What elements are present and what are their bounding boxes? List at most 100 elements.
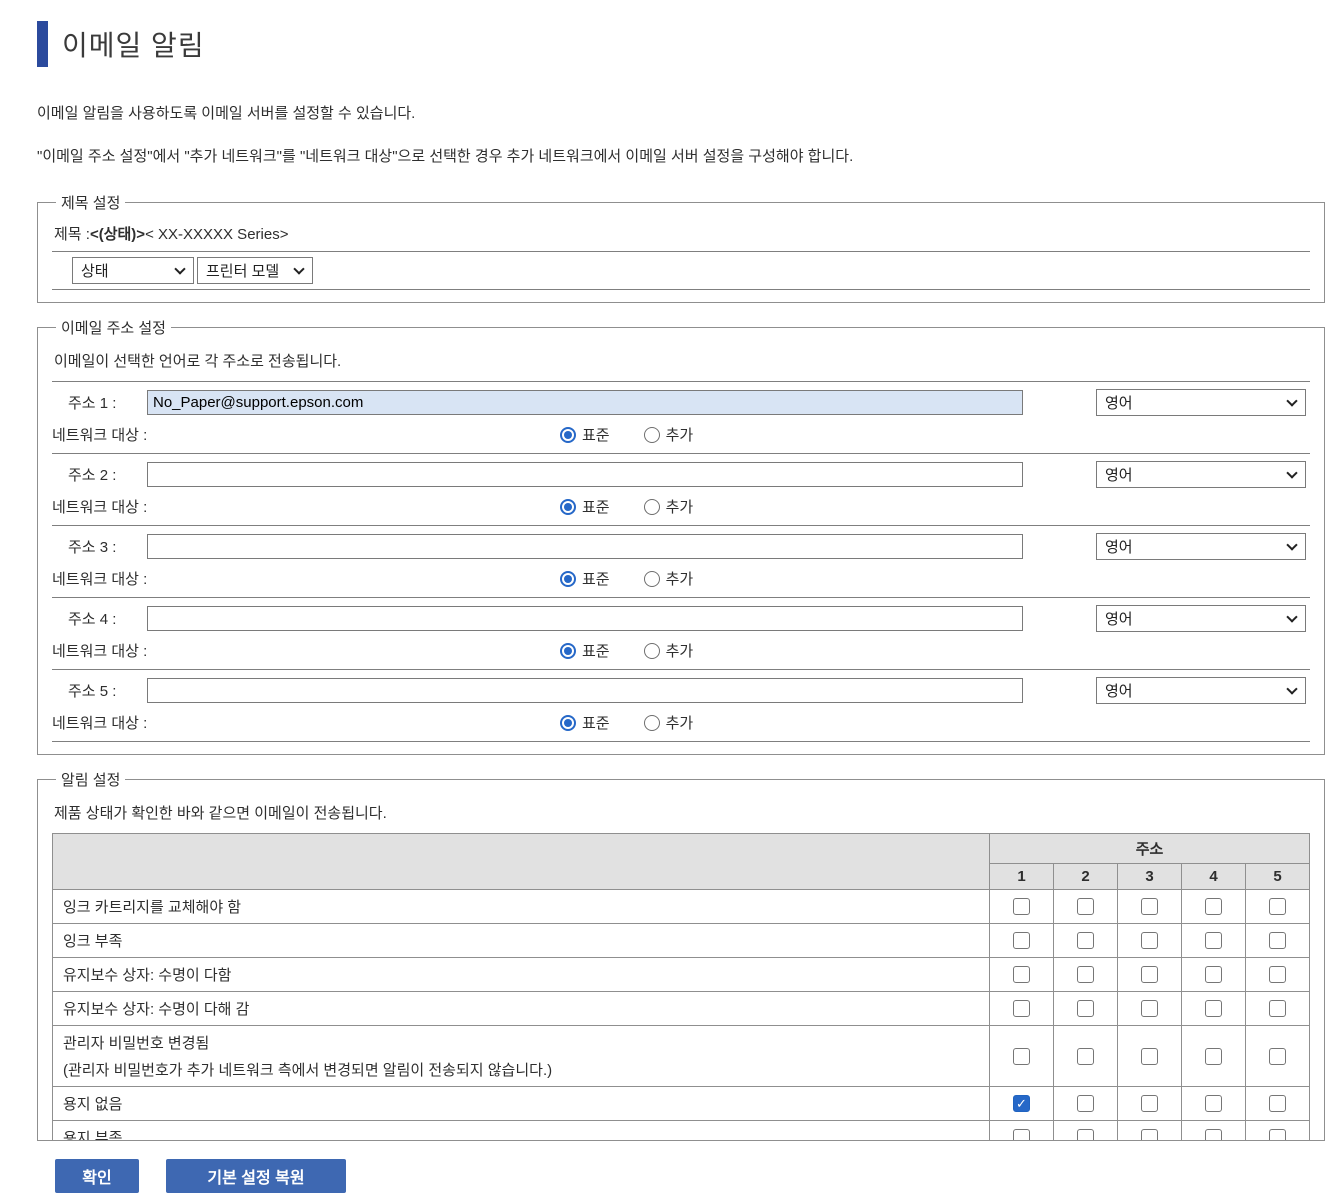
notify-checkbox[interactable] xyxy=(1140,1095,1158,1113)
address-column-group-header: 주소 xyxy=(988,833,1311,864)
accent-bar xyxy=(37,21,48,67)
notify-checkbox[interactable] xyxy=(1140,898,1158,916)
address-list: 주소 1 : 영어 네트워크 대상 : 표준 추가 xyxy=(52,381,1310,742)
standard-radio[interactable] xyxy=(560,714,576,731)
standard-radio[interactable] xyxy=(560,498,576,515)
table-row-label-line2: (관리자 비밀번호가 추가 네트워크 측에서 변경되면 알림이 전송되지 않습니… xyxy=(63,1062,553,1079)
language-select-value: 영어 xyxy=(1105,611,1133,628)
subject-status-select[interactable]: 상태 xyxy=(72,257,194,284)
notification-description: 제품 상태가 확인한 바와 같으면 이메일이 전송됩니다. xyxy=(54,805,387,822)
chevron-down-icon xyxy=(174,263,186,275)
notification-table: 주소 1 2 3 4 5 잉크 카트리지를 교체해야 함 잉크 부족 유지보수 … xyxy=(52,833,1311,1140)
notify-checkbox[interactable] xyxy=(1076,932,1094,950)
language-select-value: 영어 xyxy=(1105,395,1133,412)
table-row-label: 잉크 부족 xyxy=(52,923,990,958)
language-select[interactable]: 영어 xyxy=(1096,533,1306,560)
additional-radio-label: 추가 xyxy=(665,499,694,516)
additional-radio[interactable] xyxy=(643,714,660,731)
language-select[interactable]: 영어 xyxy=(1096,461,1306,488)
address-group-2: 주소 2 : 영어 네트워크 대상 : 표준 추가 xyxy=(52,454,1310,526)
notify-checkbox[interactable] xyxy=(1204,1047,1222,1065)
network-target-label: 네트워크 대상 : xyxy=(52,643,148,660)
address-label: 주소 5 : xyxy=(68,683,117,700)
table-row-label: 용지 없음 xyxy=(52,1086,990,1121)
standard-radio[interactable] xyxy=(560,426,576,443)
notify-checkbox[interactable] xyxy=(1268,898,1286,916)
notify-checkbox[interactable] xyxy=(1140,932,1158,950)
notify-checkbox[interactable] xyxy=(1140,966,1158,984)
language-select-value: 영어 xyxy=(1105,539,1133,556)
address-input[interactable] xyxy=(147,462,1023,487)
language-select[interactable]: 영어 xyxy=(1096,605,1306,632)
notify-checkbox[interactable] xyxy=(1012,1000,1030,1018)
notify-checkbox[interactable] xyxy=(1140,1129,1158,1140)
standard-radio-label: 표준 xyxy=(582,643,610,660)
notify-checkbox[interactable] xyxy=(1076,1129,1094,1140)
address-column-header-2: 2 xyxy=(1052,863,1118,890)
address-input[interactable] xyxy=(147,606,1023,631)
table-corner-cell xyxy=(52,833,990,890)
notify-checkbox[interactable] xyxy=(1204,1129,1222,1140)
address-column-header-4: 4 xyxy=(1180,863,1246,890)
notify-checkbox[interactable] xyxy=(1140,1047,1158,1065)
standard-radio[interactable] xyxy=(560,570,576,587)
notify-checkbox[interactable] xyxy=(1076,1000,1094,1018)
notify-checkbox[interactable] xyxy=(1268,1000,1286,1018)
notify-checkbox[interactable] xyxy=(1204,898,1222,916)
notify-checkbox[interactable] xyxy=(1076,1095,1094,1113)
language-select[interactable]: 영어 xyxy=(1096,677,1306,704)
notify-checkbox[interactable] xyxy=(1204,966,1222,984)
chevron-down-icon xyxy=(1286,539,1298,551)
address-input[interactable] xyxy=(147,390,1023,415)
subject-model-select-value: 프린터 모델 xyxy=(206,263,280,280)
subject-preview: 제목 :<(상태)>< XX-XXXXX Series> xyxy=(52,217,1310,251)
table-row: 관리자 비밀번호 변경됨 (관리자 비밀번호가 추가 네트워크 측에서 변경되면… xyxy=(52,1025,1311,1087)
additional-radio[interactable] xyxy=(643,570,660,587)
network-target-label: 네트워크 대상 : xyxy=(52,427,148,444)
standard-radio-label: 표준 xyxy=(582,571,610,588)
subject-model-token: < XX-XXXXX Series> xyxy=(145,226,289,243)
page-header: 이메일 알림 xyxy=(37,20,1325,68)
email-address-description: 이메일이 선택한 언어로 각 주소로 전송됩니다. xyxy=(54,353,342,370)
additional-radio[interactable] xyxy=(643,426,660,443)
notify-checkbox[interactable] xyxy=(1268,1047,1286,1065)
language-select[interactable]: 영어 xyxy=(1096,389,1306,416)
standard-radio[interactable] xyxy=(560,642,576,659)
notify-checkbox[interactable] xyxy=(1140,1000,1158,1018)
additional-radio[interactable] xyxy=(643,498,660,515)
address-group-4: 주소 4 : 영어 네트워크 대상 : 표준 추가 xyxy=(52,598,1310,670)
notify-checkbox[interactable] xyxy=(1076,898,1094,916)
notify-checkbox[interactable] xyxy=(1268,1095,1286,1113)
notify-checkbox[interactable] xyxy=(1268,966,1286,984)
standard-radio-label: 표준 xyxy=(582,499,610,516)
additional-radio-label: 추가 xyxy=(665,571,694,588)
notify-checkbox[interactable] xyxy=(1204,1000,1222,1018)
notify-checkbox[interactable] xyxy=(1268,932,1286,950)
notify-checkbox[interactable] xyxy=(1012,898,1030,916)
ok-button[interactable]: 확인 xyxy=(55,1159,139,1193)
address-input[interactable] xyxy=(147,678,1023,703)
notify-checkbox[interactable] xyxy=(1012,1129,1030,1140)
address-input[interactable] xyxy=(147,534,1023,559)
table-row: 용지 없음 xyxy=(52,1086,1311,1121)
restore-defaults-button[interactable]: 기본 설정 복원 xyxy=(166,1159,346,1193)
subject-model-select[interactable]: 프린터 모델 xyxy=(197,257,313,284)
notify-checkbox[interactable] xyxy=(1076,966,1094,984)
notify-checkbox[interactable] xyxy=(1204,932,1222,950)
subject-status-select-value: 상태 xyxy=(81,263,109,280)
notify-checkbox[interactable] xyxy=(1012,966,1030,984)
email-notification-page: 이메일 알림 이메일 알림을 사용하도록 이메일 서버를 설정할 수 있습니다.… xyxy=(0,0,1338,1193)
language-select-value: 영어 xyxy=(1105,467,1133,484)
notify-checkbox[interactable] xyxy=(1076,1047,1094,1065)
notify-checkbox[interactable] xyxy=(1268,1129,1286,1140)
chevron-down-icon xyxy=(293,263,305,275)
table-row-label: 용지 부족 xyxy=(52,1120,990,1140)
notify-checkbox[interactable] xyxy=(1204,1095,1222,1113)
notify-checkbox[interactable] xyxy=(1012,1047,1030,1065)
notify-checkbox[interactable] xyxy=(1012,1095,1030,1113)
table-row-label: 잉크 카트리지를 교체해야 함 xyxy=(52,889,990,924)
additional-radio[interactable] xyxy=(643,642,660,659)
notify-checkbox[interactable] xyxy=(1012,932,1030,950)
additional-radio-label: 추가 xyxy=(665,427,694,444)
notification-settings-legend: 알림 설정 xyxy=(61,772,121,789)
